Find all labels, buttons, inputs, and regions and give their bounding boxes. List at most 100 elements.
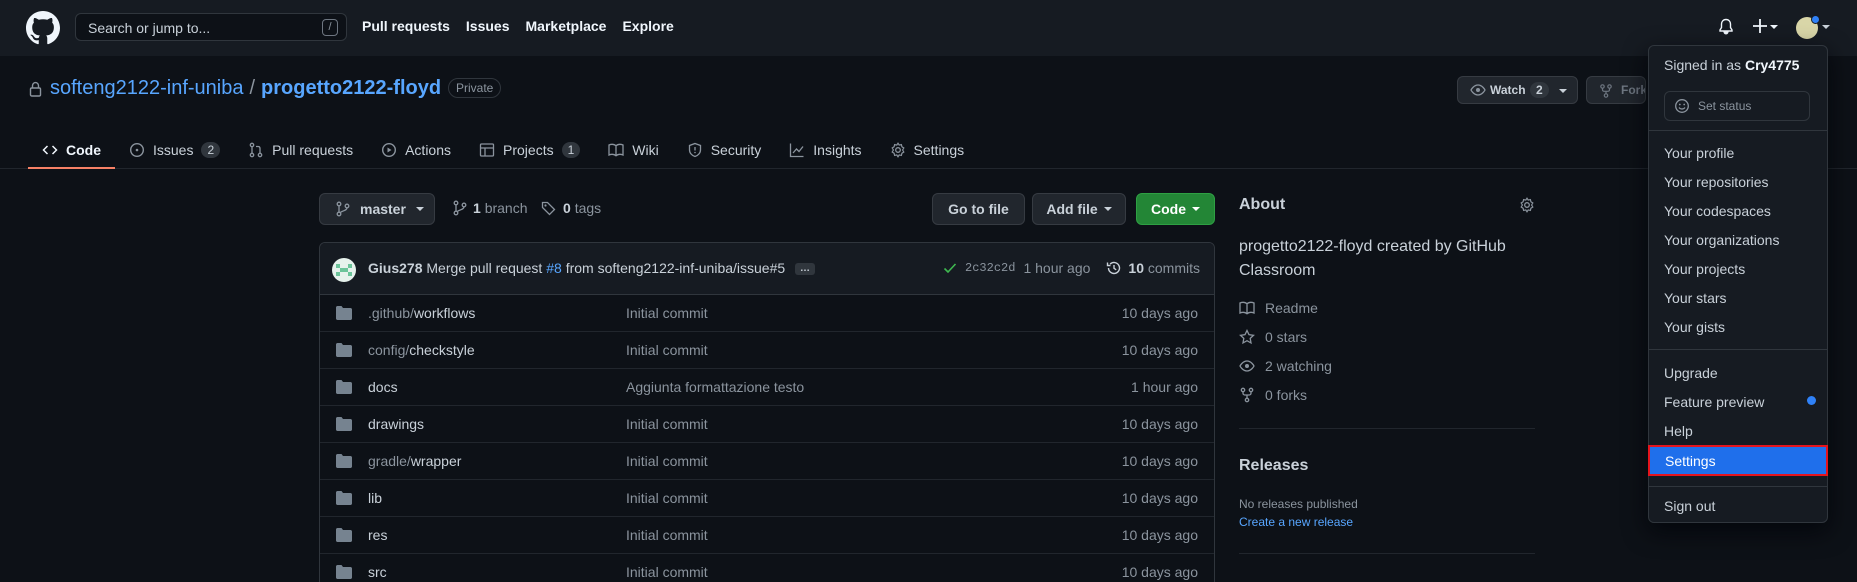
git-branch-icon bbox=[336, 201, 350, 217]
file-name-link[interactable]: config/checkstyle bbox=[368, 342, 475, 358]
menu-item-your-codespaces[interactable]: Your codespaces bbox=[1664, 203, 1771, 219]
commit-author[interactable]: Gius278 bbox=[368, 260, 422, 276]
repo-name-link[interactable]: progetto2122-floyd bbox=[261, 77, 441, 99]
commit-sha-link[interactable]: 2c32c2d bbox=[965, 261, 1015, 275]
menu-item-your-profile[interactable]: Your profile bbox=[1664, 145, 1734, 161]
stars-link[interactable]: 0 stars bbox=[1239, 329, 1307, 345]
history-icon bbox=[1107, 261, 1121, 275]
add-file-button[interactable]: Add file bbox=[1032, 193, 1126, 225]
file-commit-message[interactable]: Initial commit bbox=[626, 342, 708, 358]
commit-message-post[interactable]: from softeng2122-inf-uniba/issue#5 bbox=[566, 260, 785, 276]
folder-icon bbox=[336, 528, 352, 542]
tab-security[interactable]: Security bbox=[673, 131, 776, 169]
file-browser: Gius278 Merge pull request #8 from softe… bbox=[319, 242, 1215, 582]
fork-label: Fork bbox=[1621, 83, 1646, 97]
tab-issues[interactable]: Issues 2 bbox=[115, 131, 234, 169]
menu-item-your-projects[interactable]: Your projects bbox=[1664, 261, 1745, 277]
file-commit-message[interactable]: Initial commit bbox=[626, 416, 708, 432]
repo-owner-link[interactable]: softeng2122-inf-uniba bbox=[50, 77, 243, 99]
file-age: 1 hour ago bbox=[1131, 379, 1198, 395]
set-status-button[interactable]: Set status bbox=[1664, 91, 1810, 121]
code-caret-down-icon bbox=[1192, 207, 1200, 211]
tab-settings[interactable]: Settings bbox=[876, 131, 979, 169]
folder-icon bbox=[336, 306, 352, 320]
repo-forked-icon bbox=[1600, 84, 1612, 98]
file-commit-message[interactable]: Initial commit bbox=[626, 490, 708, 506]
file-age: 10 days ago bbox=[1121, 416, 1198, 432]
file-commit-message[interactable]: Initial commit bbox=[626, 305, 708, 321]
menu-item-help[interactable]: Help bbox=[1664, 423, 1693, 439]
commit-time: 1 hour ago bbox=[1023, 260, 1091, 276]
code-button-label: Code bbox=[1151, 201, 1186, 217]
branches-link[interactable]: 1 branch bbox=[453, 200, 528, 216]
notifications-bell-icon[interactable] bbox=[1718, 18, 1734, 36]
signed-in-as[interactable]: Signed in as Cry4775 bbox=[1664, 57, 1799, 73]
watchers-link[interactable]: 2 watching bbox=[1239, 358, 1332, 374]
folder-icon bbox=[336, 565, 352, 579]
file-age: 10 days ago bbox=[1121, 490, 1198, 506]
file-name-link[interactable]: lib bbox=[368, 490, 382, 506]
edit-about-gear-icon[interactable] bbox=[1519, 197, 1535, 213]
commit-author-avatar[interactable] bbox=[332, 258, 356, 282]
menu-item-your-organizations[interactable]: Your organizations bbox=[1664, 232, 1779, 248]
readme-link[interactable]: Readme bbox=[1239, 300, 1318, 316]
tab-label: Security bbox=[710, 142, 762, 158]
file-name-link[interactable]: .github/workflows bbox=[368, 305, 475, 321]
nav-issues[interactable]: Issues bbox=[466, 18, 510, 34]
menu-item-your-repositories[interactable]: Your repositories bbox=[1664, 174, 1769, 190]
file-name-link[interactable]: src bbox=[368, 564, 387, 580]
commit-message: Gius278 Merge pull request #8 from softe… bbox=[368, 260, 816, 276]
commit-count: 10 bbox=[1128, 260, 1144, 276]
create-new-plus-icon[interactable] bbox=[1752, 16, 1778, 36]
file-age: 10 days ago bbox=[1121, 564, 1198, 580]
file-commit-message[interactable]: Initial commit bbox=[626, 527, 708, 543]
nav-marketplace[interactable]: Marketplace bbox=[526, 18, 607, 34]
file-commit-message[interactable]: Aggiunta formattazione testo bbox=[626, 379, 804, 395]
commit-message-pre[interactable]: Merge pull request bbox=[426, 260, 542, 276]
tab-projects[interactable]: Projects 1 bbox=[465, 131, 594, 169]
tab-actions[interactable]: Actions bbox=[367, 131, 465, 169]
tab-count: 2 bbox=[201, 142, 221, 158]
menu-item-upgrade[interactable]: Upgrade bbox=[1664, 365, 1718, 381]
code-download-button[interactable]: Code bbox=[1136, 193, 1215, 225]
repository-header: softeng2122-inf-uniba / progetto2122-floyd… bbox=[0, 56, 1857, 169]
menu-item-settings[interactable]: Settings bbox=[1648, 445, 1828, 476]
table-row: config/checkstyle Initial commit 10 days… bbox=[320, 332, 1214, 369]
nav-pull-requests[interactable]: Pull requests bbox=[362, 18, 450, 34]
watch-button[interactable]: Watch 2 bbox=[1457, 76, 1578, 104]
file-name-link[interactable]: drawings bbox=[368, 416, 424, 432]
tags-link[interactable]: 0 tags bbox=[541, 200, 601, 216]
commits-history-link[interactable]: 10 commits bbox=[1106, 260, 1200, 276]
go-to-file-button[interactable]: Go to file bbox=[932, 193, 1025, 225]
sidebar-divider bbox=[1239, 553, 1535, 554]
table-row: gradle/wrapper Initial commit 10 days ag… bbox=[320, 443, 1214, 480]
tab-wiki[interactable]: Wiki bbox=[594, 131, 672, 169]
branch-select-button[interactable]: master bbox=[319, 193, 435, 225]
nav-explore[interactable]: Explore bbox=[622, 18, 673, 34]
tab-code[interactable]: Code bbox=[28, 131, 115, 169]
file-age: 10 days ago bbox=[1121, 453, 1198, 469]
menu-item-sign-out[interactable]: Sign out bbox=[1664, 498, 1715, 514]
fork-button[interactable]: Fork bbox=[1586, 76, 1646, 104]
create-release-link[interactable]: Create a new release bbox=[1239, 515, 1353, 529]
file-commit-message[interactable]: Initial commit bbox=[626, 453, 708, 469]
file-name-link[interactable]: res bbox=[368, 527, 387, 543]
forks-label: 0 forks bbox=[1265, 387, 1308, 403]
github-logo-icon[interactable] bbox=[26, 11, 60, 45]
file-commit-message[interactable]: Initial commit bbox=[626, 564, 708, 580]
file-name-link[interactable]: docs bbox=[368, 379, 398, 395]
commit-pr-link[interactable]: #8 bbox=[546, 260, 562, 276]
menu-item-feature-preview[interactable]: Feature preview bbox=[1664, 394, 1764, 410]
file-name: src bbox=[368, 564, 387, 580]
menu-item-your-stars[interactable]: Your stars bbox=[1664, 290, 1727, 306]
forks-link[interactable]: 0 forks bbox=[1239, 387, 1307, 403]
table-row: src Initial commit 10 days ago bbox=[320, 554, 1214, 582]
commit-expand-button[interactable]: … bbox=[795, 263, 816, 276]
menu-item-your-gists[interactable]: Your gists bbox=[1664, 319, 1725, 335]
releases-heading[interactable]: Releases bbox=[1239, 457, 1308, 475]
search-input[interactable]: Search or jump to... / bbox=[75, 13, 347, 41]
file-name-link[interactable]: gradle/wrapper bbox=[368, 453, 461, 469]
file-path-prefix: .github/ bbox=[368, 305, 414, 321]
tab-insights[interactable]: Insights bbox=[775, 131, 875, 169]
tab-pull-requests[interactable]: Pull requests bbox=[234, 131, 367, 169]
